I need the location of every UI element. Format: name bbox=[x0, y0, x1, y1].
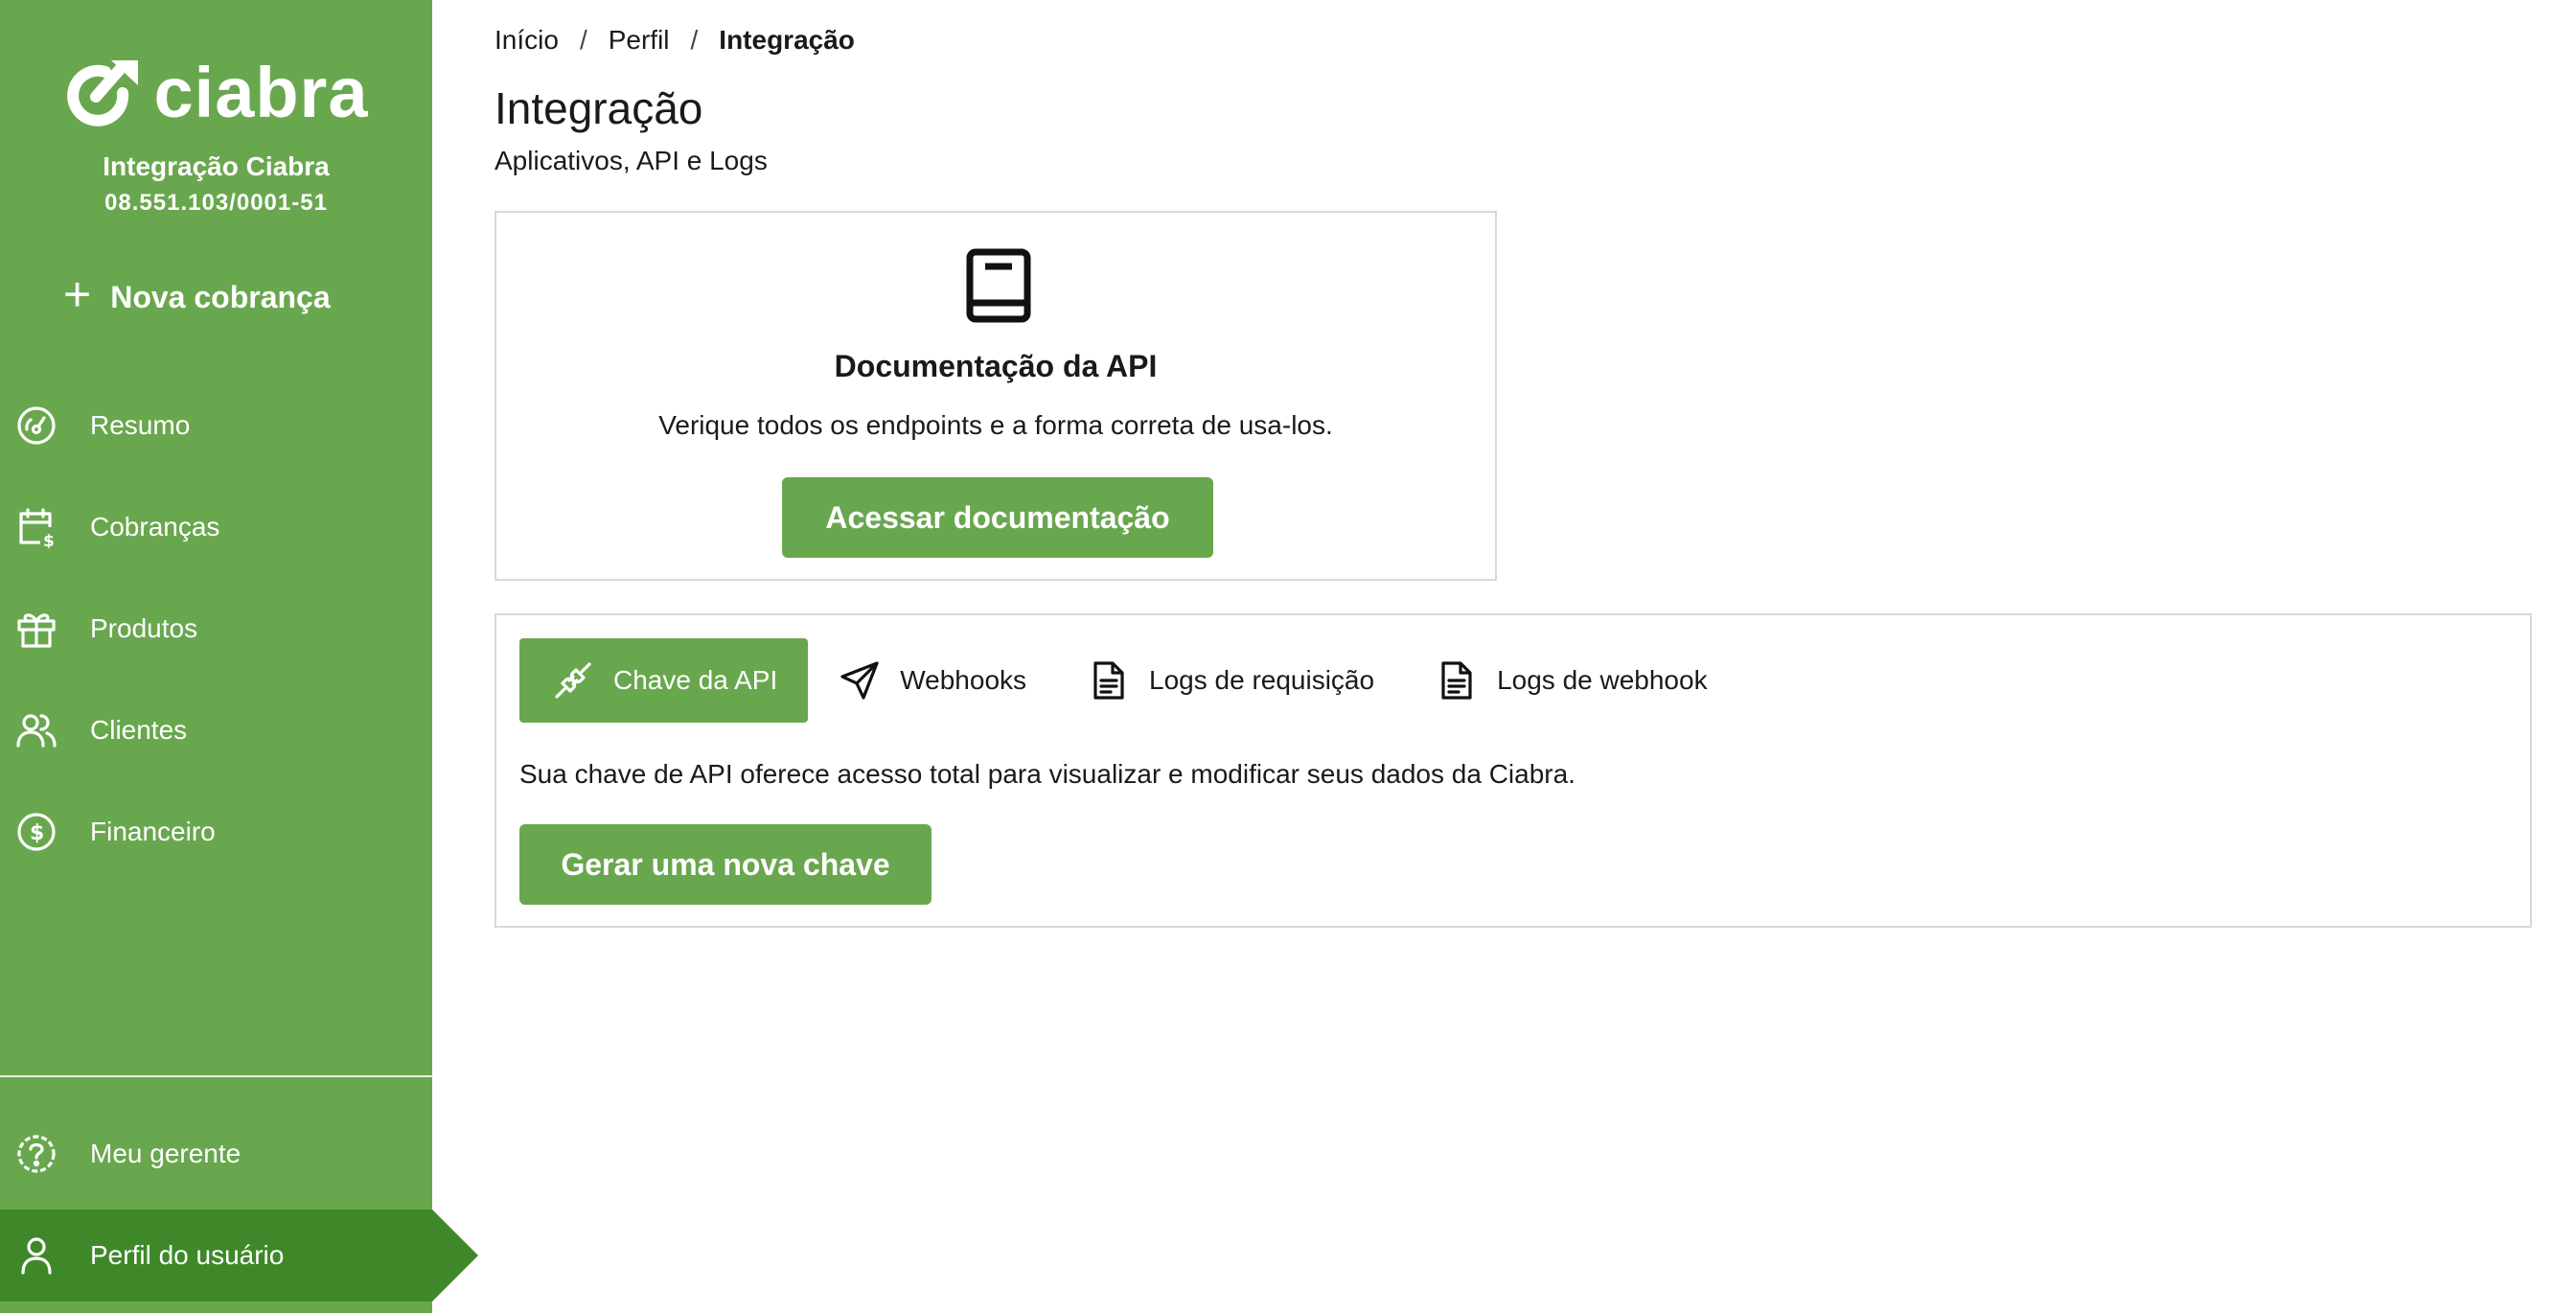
file-text-icon bbox=[1441, 661, 1472, 700]
sidebar-item-financeiro[interactable]: $ Financeiro bbox=[0, 786, 432, 878]
tab-label: Logs de requisição bbox=[1149, 665, 1375, 695]
tab-label: Chave da API bbox=[613, 665, 778, 695]
tab-chave-da-api[interactable]: Chave da API bbox=[519, 638, 809, 723]
send-icon bbox=[840, 661, 879, 700]
generate-new-key-button[interactable]: Gerar uma nova chave bbox=[519, 824, 932, 905]
breadcrumb-separator: / bbox=[579, 25, 587, 55]
new-charge-button[interactable]: + Nova cobrança bbox=[63, 270, 331, 318]
new-charge-label: Nova cobrança bbox=[110, 279, 331, 314]
sidebar-item-label: Meu gerente bbox=[90, 1139, 242, 1168]
file-text-icon bbox=[1093, 661, 1124, 700]
sidebar-item-meu-gerente[interactable]: Meu gerente bbox=[0, 1108, 432, 1200]
access-documentation-button[interactable]: Acessar documentação bbox=[782, 477, 1213, 558]
plug-icon bbox=[555, 662, 591, 699]
svg-text:$: $ bbox=[43, 532, 55, 548]
book-icon bbox=[966, 248, 1031, 323]
breadcrumb-item-current: Integração bbox=[719, 25, 855, 55]
brand-name: ciabra bbox=[153, 53, 369, 132]
sidebar-item-perfil-do-usuario[interactable]: Perfil do usuário bbox=[0, 1209, 432, 1301]
doc-card-description: Verique todos os endpoints e a forma cor… bbox=[658, 410, 1333, 440]
api-tabs: Chave da API Webhooks Logs de requisição… bbox=[519, 638, 1738, 723]
tab-label: Webhooks bbox=[900, 665, 1027, 695]
tab-webhooks[interactable]: Webhooks bbox=[808, 638, 1057, 723]
sidebar-item-label: Produtos bbox=[90, 613, 198, 643]
ciabra-logo-icon bbox=[67, 60, 139, 127]
user-icon bbox=[15, 1234, 58, 1277]
plus-icon: + bbox=[63, 267, 92, 321]
tab-logs-de-requisicao[interactable]: Logs de requisição bbox=[1057, 638, 1405, 723]
brand-logo[interactable]: ciabra bbox=[0, 58, 432, 128]
sidebar-item-label: Clientes bbox=[90, 715, 188, 745]
gauge-icon bbox=[15, 404, 58, 447]
tab-logs-de-webhook[interactable]: Logs de webhook bbox=[1405, 638, 1738, 723]
breadcrumb-separator: / bbox=[690, 25, 699, 55]
sidebar-item-resumo[interactable]: Resumo bbox=[0, 380, 432, 472]
users-icon bbox=[15, 709, 58, 751]
api-settings-card: Chave da API Webhooks Logs de requisição… bbox=[494, 613, 2532, 928]
help-circle-icon bbox=[15, 1133, 58, 1175]
breadcrumb: Início / Perfil / Integração bbox=[494, 25, 855, 56]
sidebar-item-clientes[interactable]: Clientes bbox=[0, 684, 432, 776]
sidebar: ciabra Integração Ciabra 08.551.103/0001… bbox=[0, 0, 432, 1313]
sidebar-item-label: Perfil do usuário bbox=[90, 1240, 285, 1270]
active-item-indicator bbox=[432, 1209, 478, 1301]
calendar-dollar-icon: $ bbox=[15, 506, 58, 548]
page-title: Integração bbox=[494, 83, 703, 133]
doc-card-title: Documentação da API bbox=[834, 349, 1158, 383]
sidebar-item-label: Resumo bbox=[90, 410, 191, 440]
api-key-description: Sua chave de API oferece acesso total pa… bbox=[519, 759, 1576, 789]
api-documentation-card: Documentação da API Verique todos os end… bbox=[494, 211, 1497, 581]
organization-id: 08.551.103/0001-51 bbox=[104, 190, 328, 216]
dollar-circle-icon: $ bbox=[15, 811, 58, 853]
main-content: Início / Perfil / Integração Integração … bbox=[494, 0, 2576, 1313]
page-subtitle: Aplicativos, API e Logs bbox=[494, 146, 768, 175]
sidebar-item-label: Cobranças bbox=[90, 512, 220, 541]
breadcrumb-item-inicio[interactable]: Início bbox=[494, 25, 559, 56]
svg-text:$: $ bbox=[30, 821, 44, 845]
sidebar-divider bbox=[0, 1075, 432, 1077]
sidebar-item-produtos[interactable]: Produtos bbox=[0, 583, 432, 675]
tab-label: Logs de webhook bbox=[1497, 665, 1708, 695]
organization-name: Integração Ciabra bbox=[103, 151, 330, 181]
breadcrumb-item-perfil[interactable]: Perfil bbox=[609, 25, 670, 56]
sidebar-item-cobrancas[interactable]: $ Cobranças bbox=[0, 481, 432, 573]
gift-icon bbox=[15, 608, 58, 650]
sidebar-item-label: Financeiro bbox=[90, 817, 216, 846]
